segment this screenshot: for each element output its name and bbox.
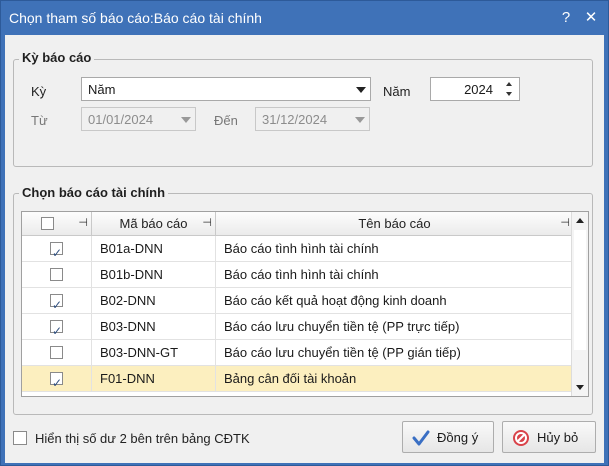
report-name: Báo cáo tình hình tài chính [224,241,379,256]
spinner-buttons [500,79,518,99]
report-grid: ⊣ Mã báo cáo ⊣ Tên báo cáo ⊣ B01a-DNN Báo… [21,211,589,397]
cancel-button[interactable]: Hủy bỏ [502,421,596,453]
vertical-scrollbar[interactable] [571,212,588,396]
header-name-label: Tên báo cáo [358,216,431,231]
to-label: Đến [214,113,238,128]
header-code-label: Mã báo cáo [119,216,188,231]
report-code: B02-DNN [92,288,216,314]
row-checkbox[interactable] [50,240,63,266]
report-name: Báo cáo lưu chuyển tiền tệ (PP gián tiếp… [224,345,461,360]
row-checkbox[interactable] [50,318,63,344]
table-row[interactable]: B01a-DNN Báo cáo tình hình tài chính [22,236,573,266]
row-checkbox[interactable] [50,346,63,359]
grid-header: ⊣ Mã báo cáo ⊣ Tên báo cáo ⊣ [22,212,573,236]
report-code: B03-DNN [92,314,216,340]
row-checkbox[interactable] [50,268,63,281]
report-group-legend: Chọn báo cáo tài chính [19,185,169,200]
report-name: Bảng cân đối tài khoản [224,371,357,386]
pin-icon[interactable]: ⊣ [78,217,88,229]
show-balance-checkbox[interactable] [13,431,27,445]
cancel-icon [513,430,529,446]
table-row[interactable]: B01b-DNN Báo cáo tình hình tài chính [22,262,573,288]
row-checkbox-cell [22,314,92,344]
header-checkbox-cell: ⊣ [22,212,92,236]
row-checkbox-cell [22,236,92,266]
pin-icon[interactable]: ⊣ [560,217,570,229]
cancel-button-label: Hủy bỏ [537,430,579,445]
close-button[interactable]: ✕ [581,8,601,28]
chevron-down-icon [181,117,191,123]
table-row[interactable]: B03-DNN-GT Báo cáo lưu chuyển tiền tệ (PP… [22,340,573,366]
report-code: B03-DNN-GT [92,340,216,366]
checkmark-icon [412,430,430,446]
from-date-picker[interactable]: 01/01/2024 [81,107,196,131]
spin-up-icon[interactable] [500,79,518,89]
chevron-down-icon [356,87,366,93]
help-button[interactable]: ? [556,8,576,28]
period-group-legend: Kỳ báo cáo [19,50,95,65]
report-code: B01b-DNN [92,262,216,288]
row-checkbox[interactable] [50,370,63,396]
header-code[interactable]: Mã báo cáo ⊣ [92,212,216,236]
pin-icon[interactable]: ⊣ [202,217,212,229]
report-params-dialog: Chọn tham số báo cáo:Báo cáo tài chính ?… [0,0,609,466]
ok-button[interactable]: Đồng ý [402,421,494,453]
row-checkbox-cell [22,340,92,366]
show-balance-label: Hiển thị số dư 2 bên trên bảng CĐTK [35,431,250,446]
report-name: Báo cáo tình hình tài chính [224,267,379,282]
period-select[interactable]: Năm [81,77,371,101]
table-row[interactable]: B02-DNN Báo cáo kết quả hoạt động kinh do… [22,288,573,318]
dialog-body: Kỳ báo cáo Kỳ Năm Năm 2024 Từ 01/01/2024… [5,35,604,463]
from-label: Từ [31,113,48,128]
period-label: Kỳ [31,84,47,99]
spin-down-icon[interactable] [500,89,518,99]
report-code: F01-DNN [92,366,216,392]
ok-button-label: Đồng ý [437,430,479,445]
header-name[interactable]: Tên báo cáo ⊣ [216,212,573,236]
scroll-thumb[interactable] [574,230,586,350]
year-value: 2024 [464,82,493,97]
dialog-title: Chọn tham số báo cáo:Báo cáo tài chính [9,10,262,26]
chevron-down-icon [355,117,365,123]
scroll-up-icon[interactable] [572,212,588,229]
to-date-value: 31/12/2024 [262,112,328,127]
year-label: Năm [383,84,411,99]
year-spinner[interactable]: 2024 [430,77,520,101]
select-all-checkbox[interactable] [41,217,54,230]
period-select-value: Năm [88,82,116,97]
row-checkbox[interactable] [50,292,63,318]
row-checkbox-cell [22,366,92,396]
report-code: B01a-DNN [92,236,216,262]
row-checkbox-cell [22,288,92,318]
to-date-picker[interactable]: 31/12/2024 [255,107,370,131]
scroll-down-icon[interactable] [572,379,588,396]
from-date-value: 01/01/2024 [88,112,154,127]
report-name: Báo cáo kết quả hoạt động kinh doanh [224,293,447,308]
report-name: Báo cáo lưu chuyển tiền tệ (PP trực tiếp… [224,319,460,334]
title-bar: Chọn tham số báo cáo:Báo cáo tài chính ?… [1,1,608,35]
table-row[interactable]: B03-DNN Báo cáo lưu chuyển tiền tệ (PP tr… [22,314,573,344]
table-row[interactable]: F01-DNN Bảng cân đối tài khoản [22,366,573,396]
row-checkbox-cell [22,262,92,288]
